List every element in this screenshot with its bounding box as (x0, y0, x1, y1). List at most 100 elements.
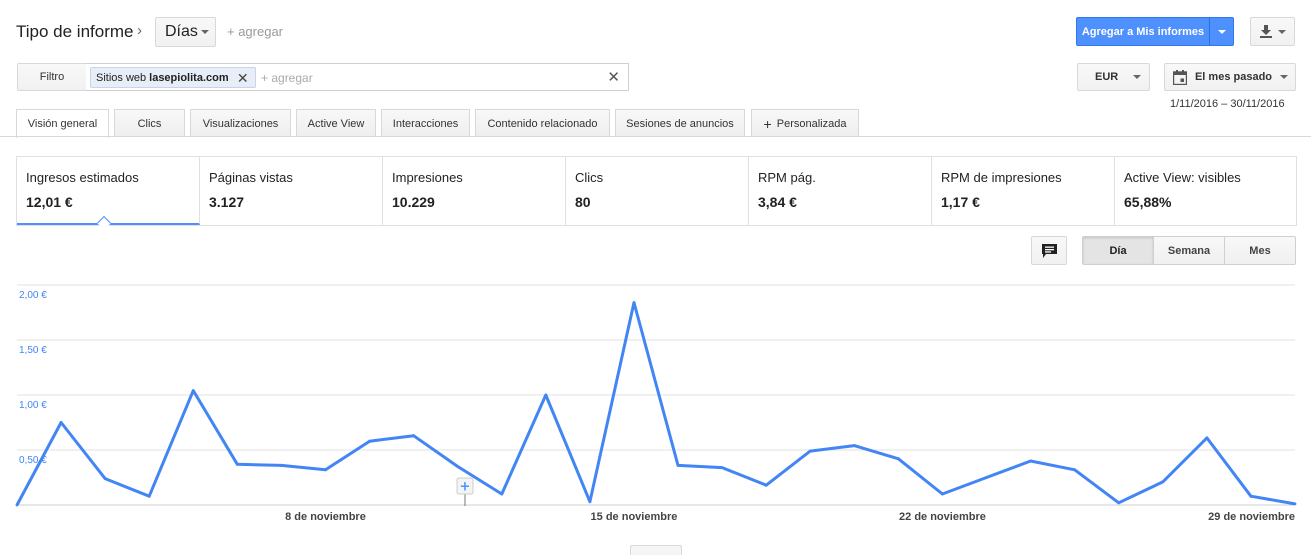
add-annotation-marker[interactable]: + (456, 477, 474, 506)
metric-label: Páginas vistas (209, 170, 293, 185)
calendar-icon (1173, 69, 1187, 85)
metric-page-views[interactable]: Páginas vistas 3.127 (200, 157, 383, 225)
data-point[interactable] (368, 439, 371, 443)
data-point[interactable] (1249, 494, 1253, 498)
tab-views[interactable]: Visualizaciones (190, 109, 291, 137)
metric-impression-rpm[interactable]: RPM de impresiones 1,17 € (932, 157, 1115, 225)
data-point[interactable] (852, 444, 856, 447)
metric-impressions[interactable]: Impresiones 10.229 (383, 157, 566, 225)
earnings-line-chart: 2,00 €1,50 €1,00 €0,50 € 8 de noviembre 1… (15, 284, 1297, 523)
plus-icon: + (763, 115, 772, 132)
add-dimension-link[interactable]: + agregar (227, 24, 283, 39)
metric-active-view-viewable[interactable]: Active View: visibles 65,88% (1115, 157, 1296, 225)
chevron-down-icon (1133, 75, 1141, 79)
granularity-week-button[interactable]: Semana (1154, 236, 1225, 265)
filter-chip[interactable]: Sitios web lasepiolita.com ✕ (90, 67, 256, 88)
data-point[interactable] (235, 462, 239, 466)
report-type-label: Tipo de informe (16, 22, 134, 41)
plus-icon: + (460, 480, 471, 495)
metric-value: 80 (575, 194, 591, 210)
filter-button[interactable]: Filtro (17, 63, 87, 91)
data-point[interactable] (588, 500, 592, 504)
filter-add-placeholder[interactable]: + agregar (261, 71, 313, 85)
report-type-select[interactable]: Días (155, 17, 216, 47)
tab-active-view[interactable]: Active View (296, 109, 376, 137)
metric-label: Active View: visibles (1124, 170, 1241, 185)
tab-custom-label: Personalizada (776, 117, 847, 130)
chart-scroll-handle[interactable] (630, 545, 682, 555)
metric-value: 10.229 (392, 194, 435, 210)
tab-custom[interactable]: + Personalizada (751, 109, 859, 137)
chart-grid (17, 284, 1295, 506)
data-point[interactable] (1205, 436, 1209, 440)
data-point[interactable] (1073, 468, 1077, 472)
date-range-select[interactable]: El mes pasado (1164, 63, 1296, 91)
data-point[interactable] (632, 301, 636, 304)
data-point[interactable] (985, 476, 988, 479)
annotations-button[interactable] (1031, 236, 1067, 265)
tab-ad-sessions[interactable]: Sesiones de anuncios (615, 109, 745, 137)
data-point[interactable] (1117, 501, 1121, 505)
currency-value: EUR (1095, 71, 1119, 83)
tab-clicks[interactable]: Clics (114, 109, 185, 137)
metric-page-rpm[interactable]: RPM pág. 3,84 € (749, 157, 932, 225)
data-point[interactable] (1161, 480, 1165, 484)
metrics-scorecard: Ingresos estimados 12,01 € Páginas vista… (16, 156, 1297, 226)
metric-value: 65,88% (1124, 194, 1172, 210)
close-icon[interactable]: ✕ (237, 70, 249, 87)
data-point[interactable] (1029, 459, 1032, 463)
download-icon (1259, 25, 1272, 38)
metric-label: RPM pág. (758, 170, 816, 185)
data-point[interactable] (676, 464, 680, 467)
chevron-down-icon (1217, 29, 1226, 34)
data-point[interactable] (456, 465, 460, 468)
x-tick-label: 8 de noviembre (285, 511, 366, 523)
chevron-down-icon (1279, 75, 1288, 79)
data-point[interactable] (896, 457, 900, 461)
data-points (15, 301, 1297, 507)
data-point[interactable] (1293, 502, 1297, 506)
date-range-text: 1/11/2016 – 30/11/2016 (1170, 98, 1285, 110)
chevron-down-icon (1277, 29, 1286, 34)
data-point[interactable] (15, 503, 19, 507)
data-point[interactable] (720, 466, 724, 469)
tabs-divider (0, 136, 1311, 137)
tab-overview[interactable]: Visión general (16, 109, 109, 138)
data-point[interactable] (324, 468, 327, 472)
data-point[interactable] (764, 483, 768, 487)
granularity-day-button[interactable]: Día (1082, 236, 1154, 265)
download-button[interactable] (1250, 17, 1295, 46)
series-line (15, 301, 1296, 506)
x-tick-label: 15 de noviembre (591, 511, 678, 523)
metric-clicks[interactable]: Clics 80 (566, 157, 749, 225)
filter-chip-prefix: Sitios web (96, 71, 147, 84)
tab-related-content[interactable]: Contenido relacionado (475, 109, 610, 137)
add-report-dropdown-button[interactable] (1209, 17, 1234, 46)
tab-interactions[interactable]: Interacciones (381, 109, 470, 137)
report-type-value: Días (165, 23, 198, 40)
metric-label: Ingresos estimados (26, 170, 139, 185)
data-point[interactable] (147, 494, 151, 498)
y-tick-label: 2,00 € (19, 290, 47, 301)
metric-value: 3.127 (209, 194, 245, 210)
data-point[interactable] (500, 492, 504, 496)
metric-estimated-earnings[interactable]: Ingresos estimados 12,01 € (17, 157, 200, 225)
data-point[interactable] (544, 393, 548, 397)
data-point[interactable] (808, 449, 812, 453)
y-tick-label: 1,50 € (19, 345, 47, 356)
data-point[interactable] (941, 492, 944, 496)
x-tick-label: 29 de noviembre (1208, 511, 1295, 523)
currency-select[interactable]: EUR (1077, 63, 1150, 91)
add-to-my-reports-button[interactable]: Agregar a Mis informes (1076, 17, 1210, 46)
granularity-month-button[interactable]: Mes (1225, 236, 1296, 265)
data-point[interactable] (280, 464, 283, 467)
data-point[interactable] (412, 434, 416, 438)
filter-input[interactable]: Sitios web lasepiolita.com ✕ + agregar ✕ (86, 63, 629, 91)
data-point[interactable] (191, 389, 195, 392)
data-point[interactable] (103, 477, 107, 480)
y-axis-labels: 2,00 €1,50 €1,00 €0,50 € (19, 290, 47, 466)
clear-filter-icon[interactable]: ✕ (607, 68, 620, 86)
x-tick-label: 22 de noviembre (899, 511, 986, 523)
data-point[interactable] (59, 421, 63, 424)
granularity-toggle: Día Semana Mes (1082, 236, 1296, 265)
